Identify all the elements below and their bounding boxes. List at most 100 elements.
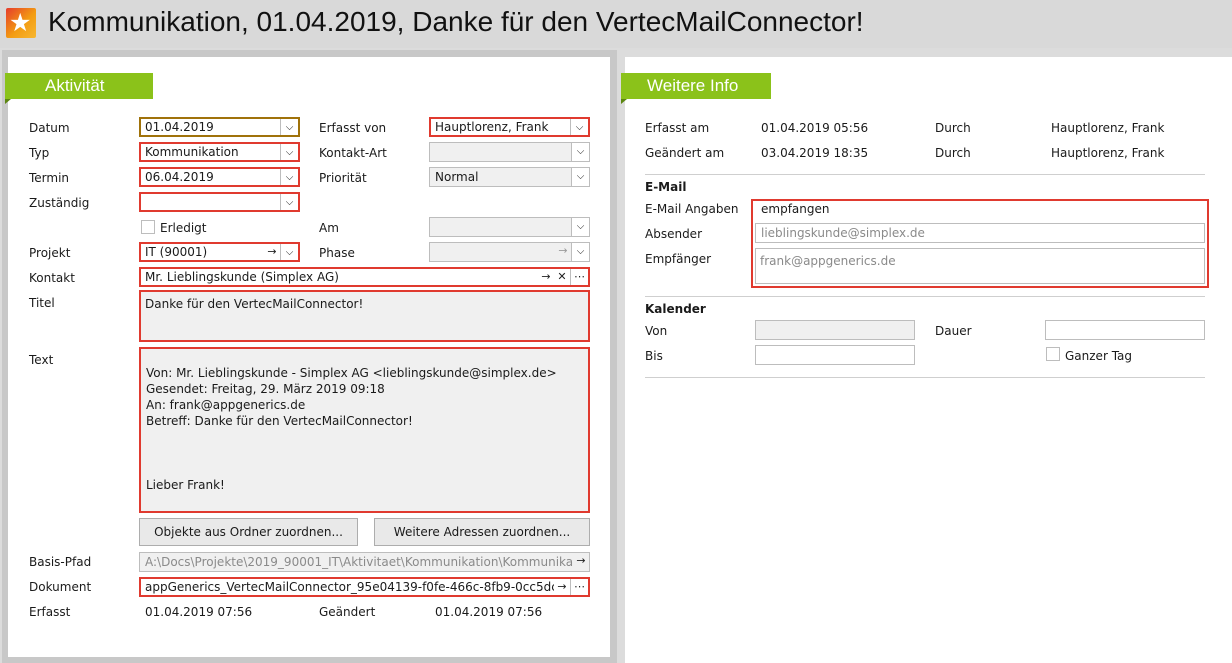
absender-field[interactable]: lieblingskunde@simplex.de <box>755 223 1205 243</box>
durch-label: Durch <box>935 121 971 135</box>
text-line: An: frank@appgenerics.de <box>146 398 306 412</box>
divider <box>645 296 1205 297</box>
dokument-value: appGenerics_VertecMailConnector_95e04139… <box>145 580 590 594</box>
chevron-down-icon[interactable]: ⌵ <box>571 243 589 261</box>
phase-label: Phase <box>319 246 355 260</box>
projekt-label: Projekt <box>29 246 71 260</box>
chevron-down-icon[interactable]: ⌵ <box>280 119 298 135</box>
geaendert-label: Geändert <box>319 605 376 619</box>
basis-pfad-label: Basis-Pfad <box>29 555 92 569</box>
termin-field[interactable]: 06.04.2019 ⌵ <box>139 167 300 187</box>
arrow-right-icon[interactable]: → <box>555 243 571 261</box>
arrow-right-icon[interactable]: → <box>554 579 570 595</box>
geaendert-am-value: 03.04.2019 18:35 <box>761 146 869 160</box>
chevron-down-icon[interactable]: ⌵ <box>571 143 589 161</box>
ganzer-tag-label: Ganzer Tag <box>1065 349 1133 363</box>
empfaenger-label: Empfänger <box>645 252 712 266</box>
datum-field[interactable]: 01.04.2019 ⌵ <box>139 117 300 137</box>
termin-value: 06.04.2019 <box>145 170 214 184</box>
am-label: Am <box>319 221 339 235</box>
kontakt-label: Kontakt <box>29 271 75 285</box>
more-icon[interactable]: ⋯ <box>570 269 588 285</box>
zustaendig-field[interactable]: ⌵ <box>139 192 300 212</box>
chevron-down-icon[interactable]: ⌵ <box>280 169 298 185</box>
arrow-right-icon[interactable]: → <box>538 269 554 285</box>
kontakt-field[interactable]: Mr. Lieblingskunde (Simplex AG) → ✕ ⋯ <box>139 267 590 287</box>
durch-value: Hauptlorenz, Frank <box>1051 121 1165 135</box>
kontakt-art-field[interactable]: ⌵ <box>429 142 590 162</box>
empfaenger-field[interactable]: frank@appgenerics.de <box>755 248 1205 284</box>
von-label: Von <box>645 324 668 338</box>
projekt-field[interactable]: IT (90001) → ⌵ <box>139 242 300 262</box>
absender-label: Absender <box>645 227 702 241</box>
star-icon: ★ <box>6 8 36 38</box>
kontakt-art-label: Kontakt-Art <box>319 146 387 160</box>
activity-panel: Aktivität Datum Typ Termin Zuständig Pro… <box>2 50 617 663</box>
absender-value: lieblingskunde@simplex.de <box>761 226 925 240</box>
von-field[interactable] <box>755 320 915 340</box>
close-icon[interactable]: ✕ <box>554 269 570 285</box>
prioritaet-field[interactable]: Normal ⌵ <box>429 167 590 187</box>
bis-field[interactable] <box>755 345 915 365</box>
erfasst-am-label: Erfasst am <box>645 121 710 135</box>
window-title: Kommunikation, 01.04.2019, Danke für den… <box>48 6 864 37</box>
typ-label: Typ <box>29 146 50 160</box>
empfaenger-value: frank@appgenerics.de <box>760 254 896 268</box>
titel-textarea[interactable]: Danke für den VertecMailConnector! <box>139 290 590 342</box>
text-label: Text <box>29 353 54 367</box>
erfasst-am-value: 01.04.2019 05:56 <box>761 121 869 135</box>
title-bar: ★ Kommunikation, 01.04.2019, Danke für d… <box>0 0 1232 48</box>
phase-field[interactable]: → ⌵ <box>429 242 590 262</box>
divider <box>645 377 1205 378</box>
bis-label: Bis <box>645 349 663 363</box>
text-line: Gesendet: Freitag, 29. März 2019 09:18 <box>146 382 385 396</box>
prioritaet-label: Priorität <box>319 171 367 185</box>
dauer-field[interactable] <box>1045 320 1205 340</box>
info-panel: Weitere Info Erfasst am 01.04.2019 05:56… <box>621 57 1232 663</box>
titel-value: Danke für den VertecMailConnector! <box>145 297 364 311</box>
text-line <box>146 445 583 461</box>
dokument-field[interactable]: appGenerics_VertecMailConnector_95e04139… <box>139 577 590 597</box>
erfasst-value: 01.04.2019 07:56 <box>145 605 253 619</box>
am-field[interactable]: ⌵ <box>429 217 590 237</box>
chevron-down-icon[interactable]: ⌵ <box>280 194 298 210</box>
zustaendig-label: Zuständig <box>29 196 90 210</box>
objekte-zuordnen-button[interactable]: Objekte aus Ordner zuordnen... <box>139 518 358 546</box>
text-line <box>146 461 583 477</box>
typ-value: Kommunikation <box>145 145 239 159</box>
chevron-down-icon[interactable]: ⌵ <box>280 144 298 160</box>
ganzer-tag-checkbox[interactable] <box>1046 347 1060 361</box>
chevron-down-icon[interactable]: ⌵ <box>280 244 298 260</box>
durch-label: Durch <box>935 146 971 160</box>
typ-field[interactable]: Kommunikation ⌵ <box>139 142 300 162</box>
erledigt-checkbox[interactable] <box>141 220 155 234</box>
titel-label: Titel <box>29 296 55 310</box>
text-line: Betreff: Danke für den VertecMailConnect… <box>146 414 413 428</box>
arrow-right-icon[interactable]: → <box>573 553 589 571</box>
dauer-label: Dauer <box>935 324 972 338</box>
divider <box>645 174 1205 175</box>
text-line <box>146 429 583 445</box>
erfasst-von-label: Erfasst von <box>319 121 387 135</box>
datum-label: Datum <box>29 121 70 135</box>
arrow-right-icon[interactable]: → <box>264 244 280 260</box>
erledigt-label: Erledigt <box>160 221 207 235</box>
kalender-section-title: Kalender <box>645 302 706 316</box>
projekt-value: IT (90001) <box>145 245 208 259</box>
chevron-down-icon[interactable]: ⌵ <box>571 168 589 186</box>
more-icon[interactable]: ⋯ <box>570 579 588 595</box>
email-angaben-label: E-Mail Angaben <box>645 202 739 216</box>
durch-value: Hauptlorenz, Frank <box>1051 146 1165 160</box>
basis-pfad-field[interactable]: A:\Docs\Projekte\2019_90001_IT\Aktivitae… <box>139 552 590 572</box>
text-textarea[interactable]: Von: Mr. Lieblingskunde - Simplex AG <li… <box>139 347 590 513</box>
info-section-header: Weitere Info <box>621 73 771 104</box>
erfasst-von-field[interactable]: Hauptlorenz, Frank ⌵ <box>429 117 590 137</box>
datum-value: 01.04.2019 <box>145 120 214 134</box>
adressen-zuordnen-button[interactable]: Weitere Adressen zuordnen... <box>374 518 590 546</box>
text-line: Von: Mr. Lieblingskunde - Simplex AG <li… <box>146 366 557 380</box>
prioritaet-value: Normal <box>435 170 479 184</box>
chevron-down-icon[interactable]: ⌵ <box>571 218 589 236</box>
email-angaben-value: empfangen <box>761 202 830 216</box>
chevron-down-icon[interactable]: ⌵ <box>570 119 588 135</box>
basis-pfad-value: A:\Docs\Projekte\2019_90001_IT\Aktivitae… <box>145 555 590 569</box>
